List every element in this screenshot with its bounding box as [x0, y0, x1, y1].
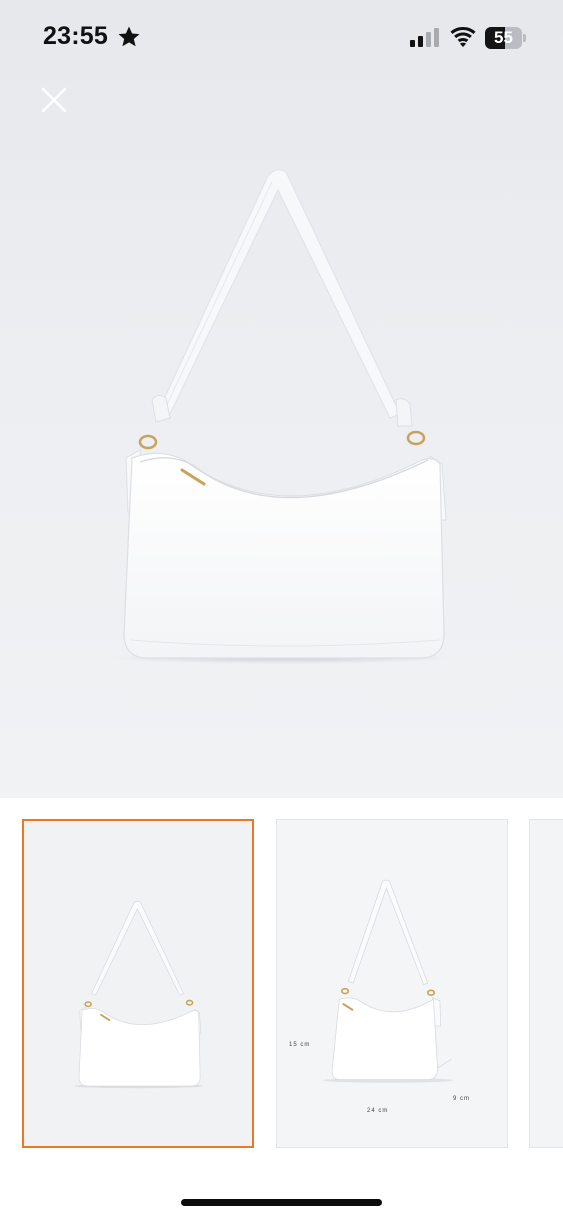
- battery-level: 55: [494, 28, 513, 47]
- battery-icon: 55: [485, 27, 526, 49]
- thumbnail-strip: 15 cm 24 cm 9 cm: [0, 818, 563, 1150]
- wifi-icon: [450, 27, 476, 47]
- depth-dimension-label: 9 cm: [453, 1096, 471, 1102]
- home-indicator[interactable]: [181, 1199, 382, 1206]
- height-dimension-label: 15 cm: [289, 1042, 311, 1048]
- signal-icon: [410, 28, 439, 47]
- status-time: 23:55: [43, 22, 108, 50]
- thumbnail-3[interactable]: [529, 819, 563, 1148]
- thumbnail-bag-angle-image: [323, 879, 453, 1083]
- thumbnail-1[interactable]: [22, 819, 254, 1148]
- width-dimension-label: 24 cm: [367, 1108, 389, 1114]
- close-icon[interactable]: [38, 84, 70, 116]
- thumbnail-2[interactable]: 15 cm 24 cm 9 cm: [276, 819, 508, 1148]
- main-product-image: [112, 169, 452, 664]
- status-bar: 23:55 55: [0, 0, 563, 76]
- star-icon: [118, 26, 140, 47]
- product-image-viewer: 23:55 55: [0, 0, 563, 798]
- thumbnail-bag-front-image: [74, 900, 204, 1089]
